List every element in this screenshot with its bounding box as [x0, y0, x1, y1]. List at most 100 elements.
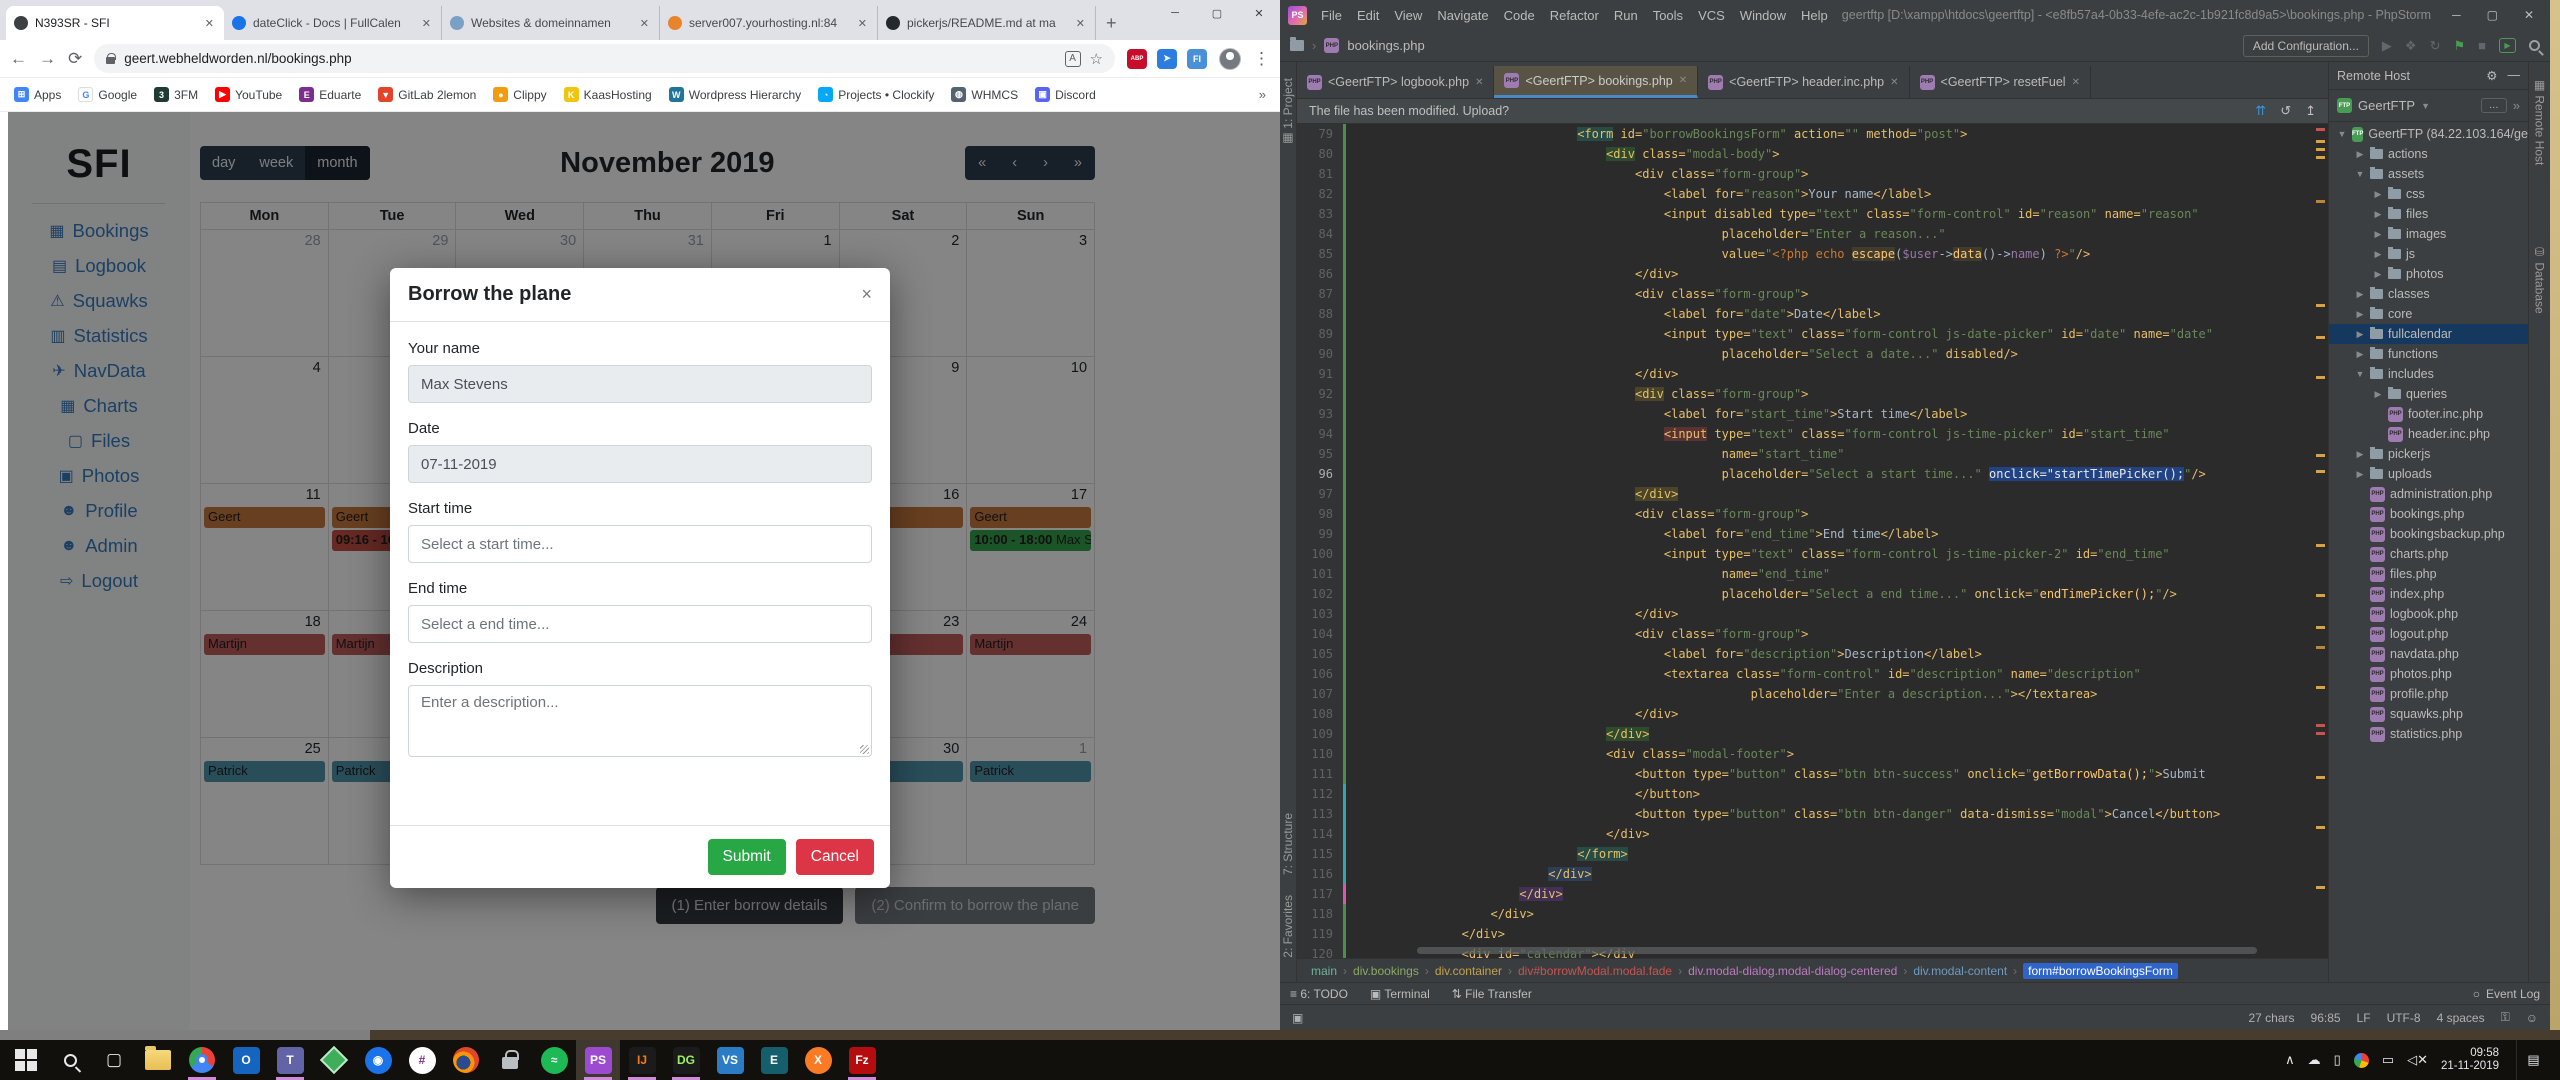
horizontal-scrollbar[interactable]	[1417, 947, 2257, 954]
onedrive-icon[interactable]: ☁	[2308, 1052, 2321, 1068]
action-center-icon[interactable]: ▤	[2516, 1040, 2550, 1080]
database-toolwindow-tab[interactable]: ⛁ Database	[2533, 235, 2547, 324]
tree-row[interactable]: ▼FTPGeertFTP (84.22.103.164/geert.we	[2329, 124, 2528, 144]
browser-tab[interactable]: server007.yourhosting.nl:84✕	[660, 6, 878, 40]
menu-window[interactable]: Window	[1740, 8, 1786, 23]
outlook-icon[interactable]: O	[224, 1040, 268, 1080]
back-icon[interactable]: ←	[10, 49, 27, 69]
tree-row[interactable]: ▼assets	[2329, 164, 2528, 184]
start-time-field[interactable]: Select a start time...	[408, 525, 872, 563]
stripe-mark[interactable]	[2316, 626, 2325, 629]
tree-row[interactable]: ▶css	[2329, 184, 2528, 204]
browser-tab[interactable]: Websites & domeinnamen✕	[442, 6, 660, 40]
tree-row[interactable]: ▶uploads	[2329, 464, 2528, 484]
stripe-mark[interactable]	[2316, 686, 2325, 689]
stripe-mark[interactable]	[2316, 732, 2325, 735]
tree-row[interactable]: ▶images	[2329, 224, 2528, 244]
search-everywhere-icon[interactable]	[2529, 40, 2540, 51]
editor-tab[interactable]: PHP<GeertFTP> header.inc.php✕	[1698, 66, 1909, 98]
tree-row[interactable]: PHPbookingsbackup.php	[2329, 524, 2528, 544]
breadcrumb-item[interactable]: main	[1311, 964, 1337, 978]
breadcrumb-item[interactable]: div.modal-content	[1913, 964, 2007, 978]
hector-icon[interactable]: ☺	[2526, 1011, 2538, 1025]
display-tray-icon[interactable]: ▭	[2382, 1052, 2394, 1068]
forward-icon[interactable]: →	[39, 49, 56, 69]
chevron-down-icon[interactable]: ▼	[2421, 101, 2430, 111]
menu-vcs[interactable]: VCS	[1698, 8, 1725, 23]
blue-arrow-extension-icon[interactable]: ➤	[1157, 49, 1177, 69]
tree-expand-icon[interactable]: ▼	[2355, 369, 2365, 379]
stripe-mark[interactable]	[2316, 454, 2325, 457]
tree-row[interactable]: PHPsquawks.php	[2329, 704, 2528, 724]
menu-edit[interactable]: Edit	[1357, 8, 1379, 23]
profile-avatar[interactable]	[1219, 48, 1241, 70]
tree-expand-icon[interactable]: ▶	[2355, 329, 2365, 340]
stripe-mark[interactable]	[2316, 336, 2325, 339]
tree-row[interactable]: PHPnavdata.php	[2329, 644, 2528, 664]
menu-tools[interactable]: Tools	[1653, 8, 1683, 23]
task-view-icon[interactable]: ▢	[92, 1040, 136, 1080]
date-field[interactable]: 07-11-2019	[408, 445, 872, 483]
tree-row[interactable]: ▶core	[2329, 304, 2528, 324]
tree-row[interactable]: ▶fullcalendar	[2329, 324, 2528, 344]
color-wheel-tray-icon[interactable]	[2354, 1053, 2369, 1068]
tab-close-icon[interactable]: ✕	[856, 17, 869, 30]
translate-icon[interactable]: A	[1065, 51, 1081, 67]
tree-row[interactable]: PHPheader.inc.php	[2329, 424, 2528, 444]
adblock-plus-icon[interactable]: ABP	[1127, 49, 1147, 69]
editor-tab[interactable]: PHP<GeertFTP> resetFuel✕	[1910, 66, 2091, 98]
menu-view[interactable]: View	[1394, 8, 1422, 23]
end-time-field[interactable]: Select a end time...	[408, 605, 872, 643]
bookmark-item[interactable]: KKaasHosting	[564, 87, 652, 102]
menu-run[interactable]: Run	[1614, 8, 1638, 23]
tree-expand-icon[interactable]: ▶	[2373, 229, 2383, 240]
indent-setting[interactable]: 4 spaces	[2437, 1011, 2485, 1025]
xampp-icon[interactable]: X	[796, 1040, 840, 1080]
intellij-icon[interactable]: IJ	[620, 1040, 664, 1080]
device-tray-icon[interactable]: ▯	[2334, 1052, 2341, 1068]
tree-row[interactable]: ▶actions	[2329, 144, 2528, 164]
tab-close-icon[interactable]: ✕	[1074, 17, 1087, 30]
tree-row[interactable]: PHPphotos.php	[2329, 664, 2528, 684]
coverage-icon[interactable]: ↻	[2430, 38, 2441, 54]
browser-tab[interactable]: N393SR - SFI✕	[6, 6, 224, 40]
tree-row[interactable]: ▶functions	[2329, 344, 2528, 364]
lock-sync-app-icon[interactable]	[488, 1040, 532, 1080]
tree-row[interactable]: ▶js	[2329, 244, 2528, 264]
error-stripe[interactable]	[2313, 124, 2328, 958]
structure-toolwindow-tab[interactable]: 7: Structure	[1281, 803, 1295, 885]
tab-close-icon[interactable]: ✕	[1890, 77, 1898, 88]
chrome-icon[interactable]	[180, 1040, 224, 1080]
close-icon[interactable]: ×	[861, 284, 872, 305]
breadcrumb-item[interactable]: div.container	[1435, 964, 1502, 978]
bookmark-item[interactable]: ▣Discord	[1035, 87, 1096, 102]
tab-close-icon[interactable]: ✕	[420, 17, 433, 30]
hidden-icons-chevron[interactable]: ∧	[2285, 1052, 2295, 1068]
submit-button[interactable]: Submit	[708, 839, 786, 875]
breadcrumb-item[interactable]: div#borrowModal.modal.fade	[1518, 964, 1672, 978]
tree-expand-icon[interactable]: ▶	[2373, 189, 2383, 200]
add-configuration-button[interactable]: Add Configuration...	[2243, 35, 2369, 57]
line-ending[interactable]: LF	[2357, 1011, 2371, 1025]
slack-icon[interactable]: #	[400, 1040, 444, 1080]
server-select[interactable]: GeertFTP	[2358, 98, 2415, 113]
your-name-field[interactable]: Max Stevens	[408, 365, 872, 403]
server-more-button[interactable]: …	[2481, 98, 2507, 113]
minimize-icon[interactable]: ─	[1154, 0, 1196, 26]
browser-menu-icon[interactable]: ⋮	[1253, 49, 1270, 69]
tree-row[interactable]: ▶files	[2329, 204, 2528, 224]
stripe-mark[interactable]	[2316, 304, 2325, 307]
bookmark-item[interactable]: 33FM	[154, 87, 198, 102]
bookmark-item[interactable]: ▼GitLab 2lemon	[378, 87, 476, 102]
tree-expand-icon[interactable]: ▼	[2337, 129, 2347, 139]
vscode-icon[interactable]: VS	[708, 1040, 752, 1080]
tree-expand-icon[interactable]: ▶	[2355, 309, 2365, 320]
favorites-toolwindow-tab[interactable]: 2: Favorites	[1281, 885, 1295, 968]
spotify-icon[interactable]: ≈	[532, 1040, 576, 1080]
taskbar-clock[interactable]: 09:58 21-11-2019	[2441, 1047, 2499, 1073]
tree-row[interactable]: PHPfooter.inc.php	[2329, 404, 2528, 424]
new-tab-button[interactable]: +	[1096, 13, 1131, 40]
code-editor[interactable]: 79<form id="borrowBookingsForm" action="…	[1297, 124, 2328, 958]
teams-icon[interactable]: T	[268, 1040, 312, 1080]
tree-expand-icon[interactable]: ▶	[2355, 289, 2365, 300]
